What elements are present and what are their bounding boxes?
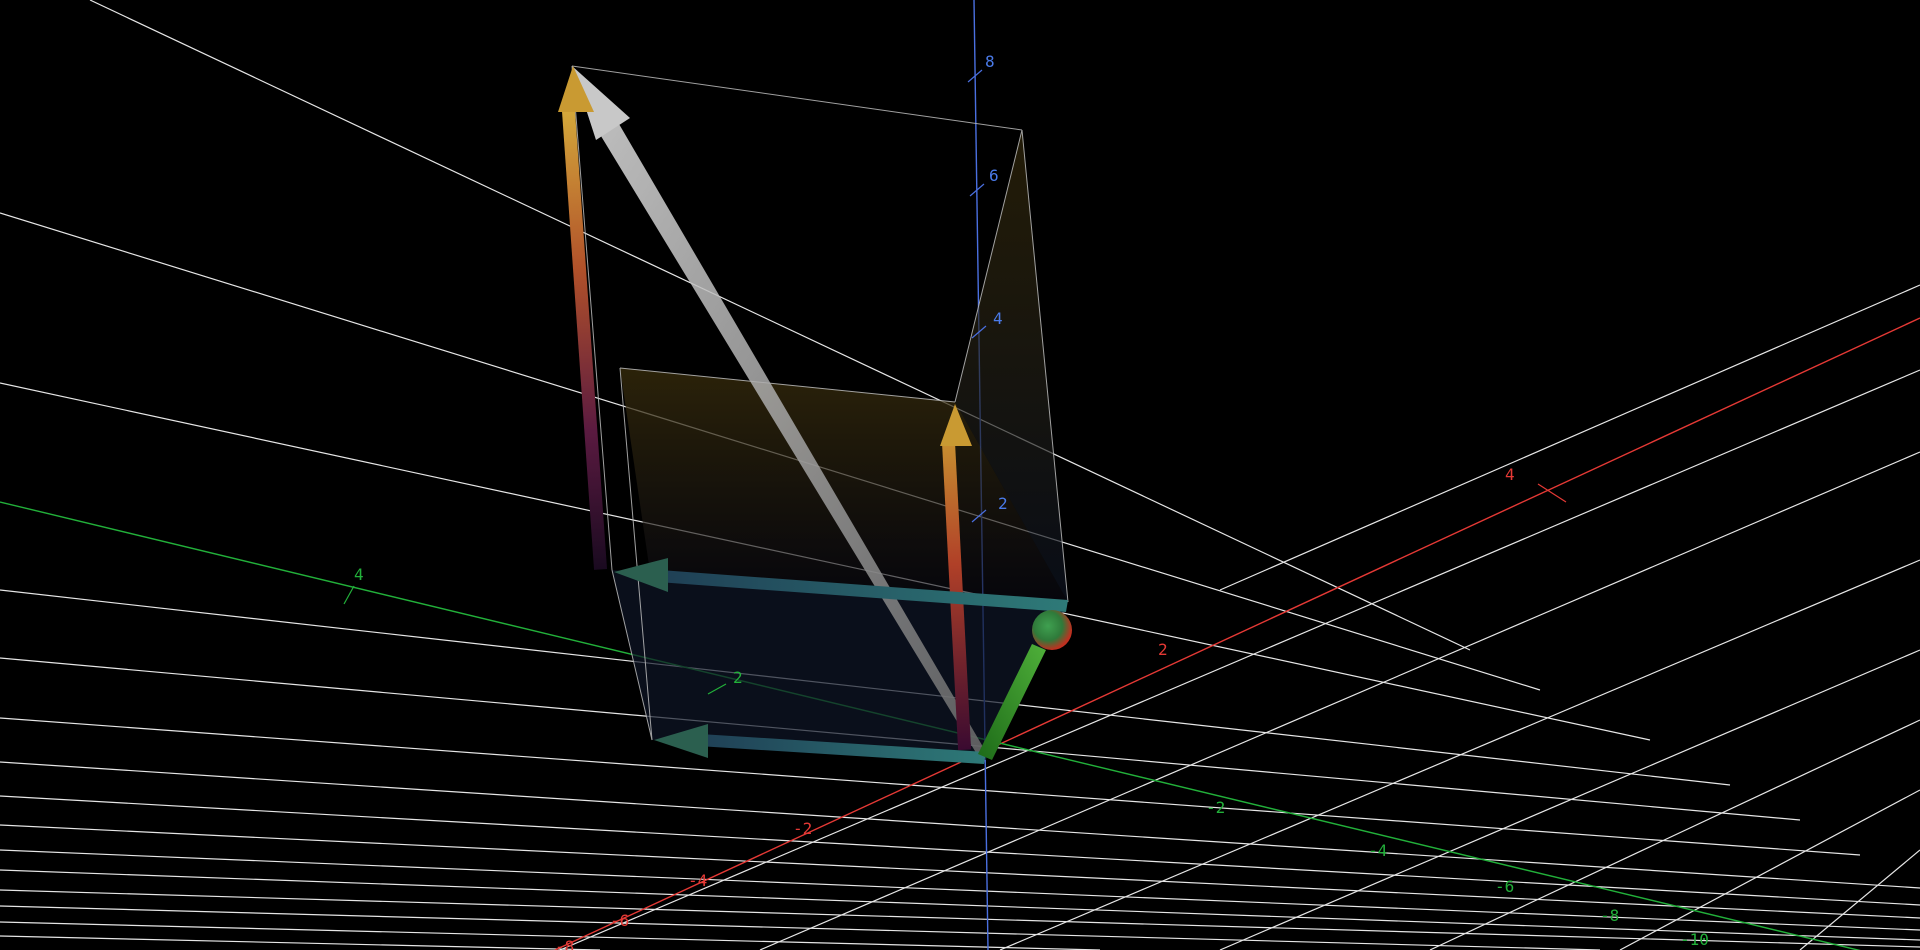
x-tick-label: -4 [688, 871, 707, 890]
grid-line [999, 559, 1920, 950]
x-tick-label: -8 [555, 937, 574, 950]
y-tick-label: -8 [1600, 906, 1619, 925]
z-tick-label: 2 [998, 494, 1008, 513]
y-tick-label: 4 [354, 565, 364, 584]
grid-line [1619, 789, 1920, 950]
3d-vector-scene[interactable]: 8 6 4 2 2 4 -2 -4 -6 -8 4 2 -2 -4 -6 -8 … [0, 0, 1920, 950]
y-tick-label: -6 [1495, 877, 1514, 896]
grid-line [0, 824, 1920, 919]
x-tick-label: -2 [793, 819, 812, 838]
grid-line [0, 935, 601, 950]
grid-line [0, 795, 1920, 906]
grid-line [1219, 649, 1920, 950]
grid-line [1799, 849, 1920, 950]
y-tick-label: 2 [733, 668, 743, 687]
grid-line [0, 921, 1101, 950]
tick [343, 585, 355, 605]
z-tick-label: 8 [985, 52, 995, 71]
y-tick-label: -4 [1368, 841, 1387, 860]
grid-line [0, 761, 1920, 889]
z-tick-label: 4 [993, 309, 1003, 328]
vector-a-green-head [1032, 610, 1072, 650]
x-tick-label: -6 [610, 911, 629, 930]
x-tick-label: 2 [1158, 640, 1168, 659]
edge [571, 65, 1023, 131]
z-tick-label: 6 [989, 166, 999, 185]
grid-line [1219, 284, 1920, 591]
y-tick-label: -2 [1206, 798, 1225, 817]
y-tick-label: -10 [1680, 930, 1709, 949]
vector-c-gold-left [561, 110, 608, 570]
x-tick-label: 4 [1505, 465, 1515, 484]
